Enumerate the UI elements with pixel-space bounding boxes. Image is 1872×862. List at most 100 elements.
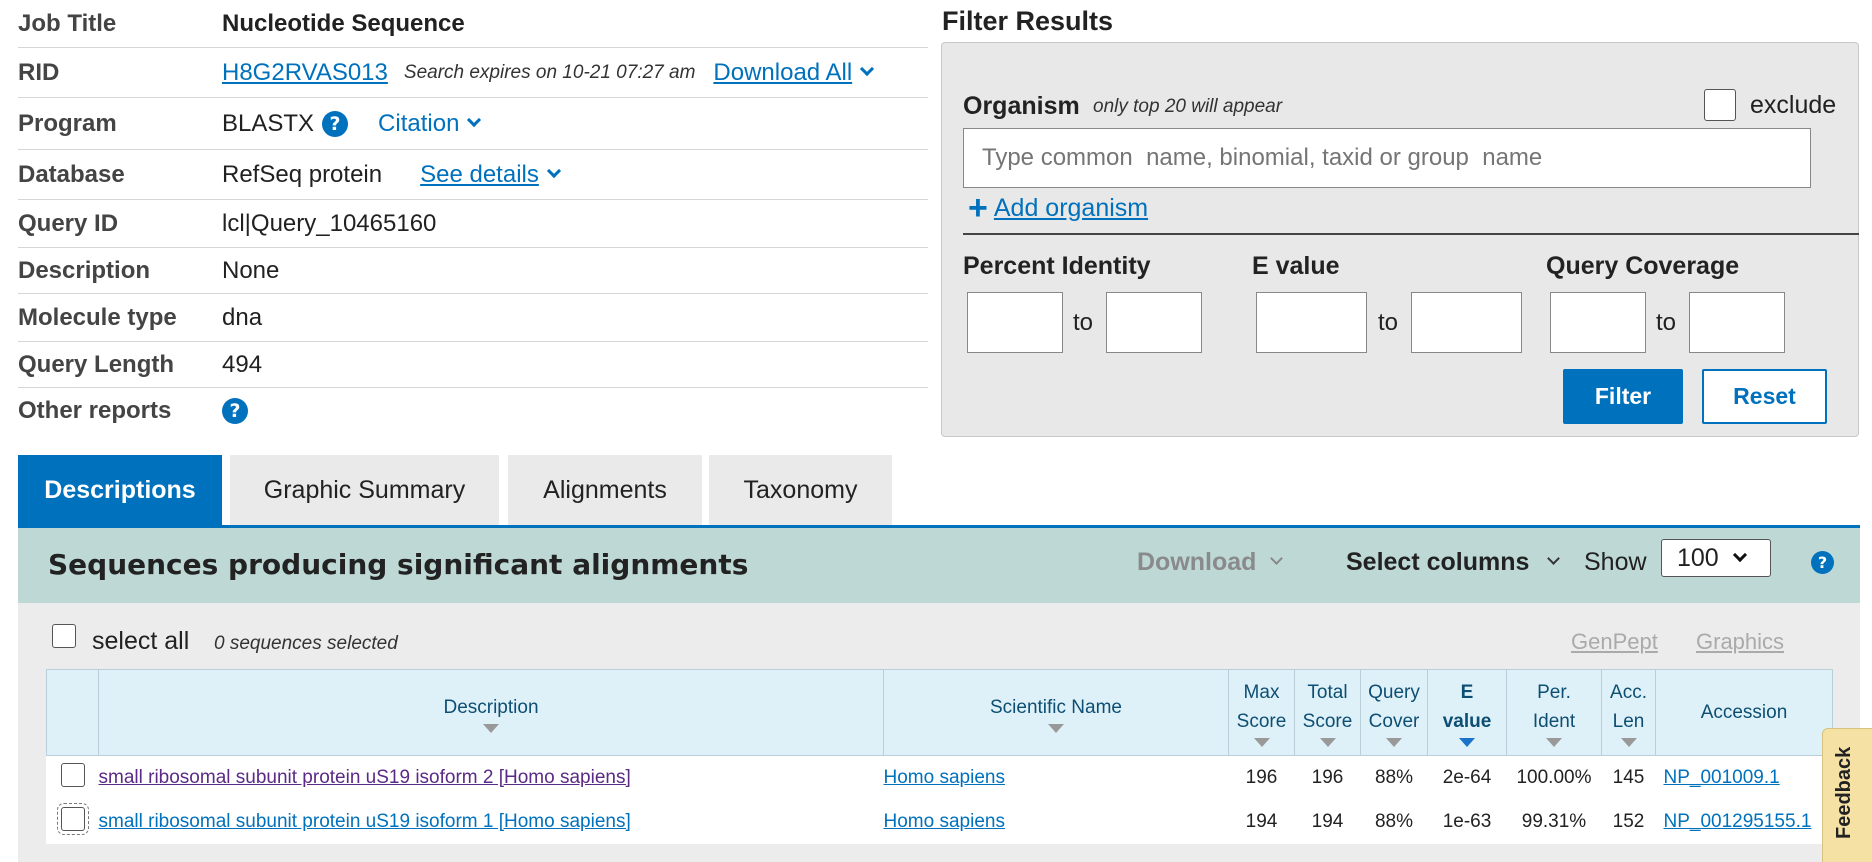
- per-ident-header-line1: Per.: [1537, 682, 1571, 703]
- row-checkbox[interactable]: [60, 762, 85, 787]
- chevron-down-icon: [1732, 547, 1747, 563]
- tab-graphic-summary[interactable]: Graphic Summary: [230, 455, 499, 525]
- query-coverage-min-input[interactable]: [1550, 292, 1646, 353]
- select-all-checkbox[interactable]: [52, 624, 76, 648]
- chevron-down-icon: [1547, 552, 1561, 565]
- program-value: BLASTX: [222, 109, 315, 137]
- tab-descriptions[interactable]: Descriptions: [18, 455, 222, 525]
- description-link[interactable]: small ribosomal subunit protein uS19 iso…: [99, 811, 631, 832]
- query-id-label: Query ID: [18, 209, 119, 237]
- database-label: Database: [18, 160, 125, 188]
- column-header-accession[interactable]: Accession: [1655, 669, 1833, 756]
- help-icon[interactable]: ?: [222, 398, 248, 424]
- row-select-cell: [47, 800, 99, 844]
- query-id-value: lcl|Query_10465160: [222, 209, 437, 237]
- program-value-group: BLASTX ? Citation: [222, 109, 482, 138]
- database-value: RefSeq protein: [222, 160, 383, 188]
- results-table: Description Scientific Name Max Score To…: [46, 669, 1833, 844]
- per-ident-cell: 99.31%: [1521, 810, 1587, 832]
- query-cover-header-line2: Cover: [1368, 711, 1420, 732]
- description-header-label: Description: [443, 696, 539, 718]
- chevron-down-icon[interactable]: [546, 163, 561, 178]
- genpept-link[interactable]: GenPept: [1571, 629, 1658, 655]
- to-label: to: [1656, 309, 1677, 336]
- select-columns-menu[interactable]: Select columns: [1346, 548, 1561, 577]
- description-label: Description: [18, 256, 151, 284]
- table-row: small ribosomal subunit protein uS19 iso…: [47, 756, 1833, 800]
- description-cell: small ribosomal subunit protein uS19 iso…: [99, 756, 884, 800]
- column-header-per-ident[interactable]: Per. Ident: [1506, 669, 1602, 756]
- download-all-link[interactable]: Download All: [713, 59, 852, 87]
- query-coverage-max-input[interactable]: [1689, 292, 1785, 353]
- column-header-description[interactable]: Description: [98, 669, 884, 756]
- column-header-scientific-name[interactable]: Scientific Name: [883, 669, 1229, 756]
- chevron-down-icon[interactable]: [860, 61, 875, 76]
- description-cell: small ribosomal subunit protein uS19 iso…: [99, 800, 884, 844]
- accession-link[interactable]: NP_001295155.1: [1664, 811, 1812, 832]
- column-header-max-score[interactable]: Max Score: [1228, 669, 1295, 756]
- see-details-link[interactable]: See details: [420, 161, 539, 189]
- citation-link[interactable]: Citation: [378, 110, 459, 138]
- scientific-name-header-label: Scientific Name: [990, 696, 1122, 718]
- sort-arrow-icon: [1319, 738, 1336, 747]
- database-value-group: RefSeq protein See details: [222, 160, 561, 189]
- column-header-total-score[interactable]: Total Score: [1294, 669, 1361, 756]
- evalue-header-line2: value: [1442, 711, 1492, 732]
- scientific-name-link[interactable]: Homo sapiens: [884, 767, 1005, 788]
- row-select-cell: [47, 756, 99, 800]
- other-reports-label: Other reports: [18, 397, 172, 424]
- job-title-row: Job Title Nucleotide Sequence: [18, 0, 928, 48]
- show-select[interactable]: 100: [1661, 539, 1771, 577]
- scientific-name-cell: Homo sapiens: [884, 756, 1229, 800]
- reset-button[interactable]: Reset: [1702, 369, 1827, 424]
- acc-len-cell: 152: [1612, 810, 1645, 832]
- exclude-checkbox[interactable]: [1704, 89, 1736, 121]
- row-checkbox[interactable]: [56, 802, 89, 835]
- filter-button[interactable]: Filter: [1563, 369, 1683, 424]
- query-length-value: 494: [222, 350, 263, 378]
- evalue-max-input[interactable]: [1411, 292, 1522, 353]
- accession-link[interactable]: NP_001009.1: [1664, 767, 1780, 788]
- percent-identity-min-input[interactable]: [967, 292, 1063, 353]
- add-organism-group: + Add organism: [968, 191, 1148, 225]
- feedback-label: Feedback: [1833, 746, 1855, 839]
- chevron-down-icon[interactable]: [467, 112, 482, 127]
- other-reports-row: Other reports ?: [18, 388, 928, 434]
- plus-icon[interactable]: +: [968, 191, 988, 225]
- evalue-label: E value: [1252, 252, 1340, 280]
- database-row: Database RefSeq protein See details: [18, 150, 928, 200]
- column-header-acc-len[interactable]: Acc. Len: [1601, 669, 1656, 756]
- percent-identity-max-input[interactable]: [1106, 292, 1202, 353]
- sort-arrow-icon: [1253, 738, 1270, 747]
- filter-title: Filter Results: [942, 6, 1114, 36]
- help-icon[interactable]: ?: [1811, 551, 1834, 574]
- column-header-query-cover[interactable]: Query Cover: [1360, 669, 1428, 756]
- graphics-link[interactable]: Graphics: [1696, 629, 1784, 655]
- organism-input[interactable]: [963, 128, 1811, 188]
- evalue-cell: 2e-64: [1442, 766, 1492, 788]
- scientific-name-link[interactable]: Homo sapiens: [884, 811, 1005, 832]
- description-link[interactable]: small ribosomal subunit protein uS19 iso…: [99, 767, 631, 788]
- sort-arrow-icon: [1546, 738, 1562, 747]
- organism-label: Organism: [963, 92, 1080, 120]
- per-ident-header-line2: Ident: [1532, 711, 1576, 732]
- select-columns-label: Select columns: [1346, 548, 1530, 576]
- tab-alignments[interactable]: Alignments: [508, 455, 702, 525]
- show-value: 100: [1677, 543, 1719, 572]
- add-organism-link[interactable]: Add organism: [994, 194, 1148, 223]
- download-menu[interactable]: Download: [1137, 548, 1284, 577]
- query-id-row: Query ID lcl|Query_10465160: [18, 200, 928, 248]
- rid-link[interactable]: H8G2RVAS013: [222, 59, 388, 87]
- evalue-cell: 1e-63: [1442, 810, 1492, 832]
- help-icon[interactable]: ?: [322, 110, 349, 137]
- results-title: Sequences producing significant alignmen…: [48, 548, 749, 581]
- feedback-button[interactable]: Feedback: [1822, 728, 1872, 862]
- max-score-cell: 194: [1245, 810, 1278, 832]
- selected-count: 0 sequences selected: [214, 633, 398, 654]
- evalue-min-input[interactable]: [1256, 292, 1367, 353]
- sort-arrow-icon: [1048, 723, 1064, 733]
- column-header-evalue[interactable]: E value: [1427, 669, 1507, 756]
- to-label: to: [1378, 309, 1399, 336]
- tab-taxonomy[interactable]: Taxonomy: [709, 455, 892, 525]
- column-header-select: [46, 669, 99, 756]
